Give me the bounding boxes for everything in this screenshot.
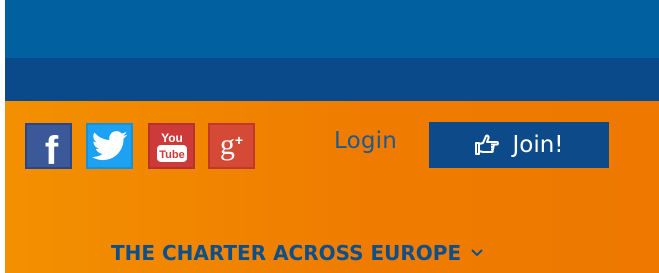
google-plus-link[interactable]: g + <box>208 123 255 169</box>
site-header: f You Tube g + Login Join! THE CHARTER AC… <box>5 0 659 273</box>
google-plus-icon: g + <box>219 128 244 161</box>
youtube-link[interactable]: You Tube <box>148 123 195 169</box>
join-button[interactable]: Join! <box>429 122 609 168</box>
youtube-icon: You Tube <box>156 131 187 162</box>
nav-charter-label: THE CHARTER ACROSS EUROPE <box>111 241 462 265</box>
facebook-icon: f <box>44 128 59 173</box>
header-secondary-bar <box>5 58 659 101</box>
svg-text:You: You <box>161 131 183 145</box>
twitter-link[interactable] <box>86 123 133 169</box>
nav-charter-across-europe[interactable]: THE CHARTER ACROSS EUROPE <box>111 241 483 265</box>
facebook-link[interactable]: f <box>25 123 72 173</box>
join-label: Join! <box>512 132 564 158</box>
header-top-bar <box>5 0 659 58</box>
chevron-down-icon <box>471 249 483 257</box>
login-link[interactable]: Login <box>334 128 397 154</box>
svg-text:Tube: Tube <box>159 149 184 161</box>
twitter-icon <box>91 131 127 161</box>
pointing-hand-icon <box>475 134 500 155</box>
